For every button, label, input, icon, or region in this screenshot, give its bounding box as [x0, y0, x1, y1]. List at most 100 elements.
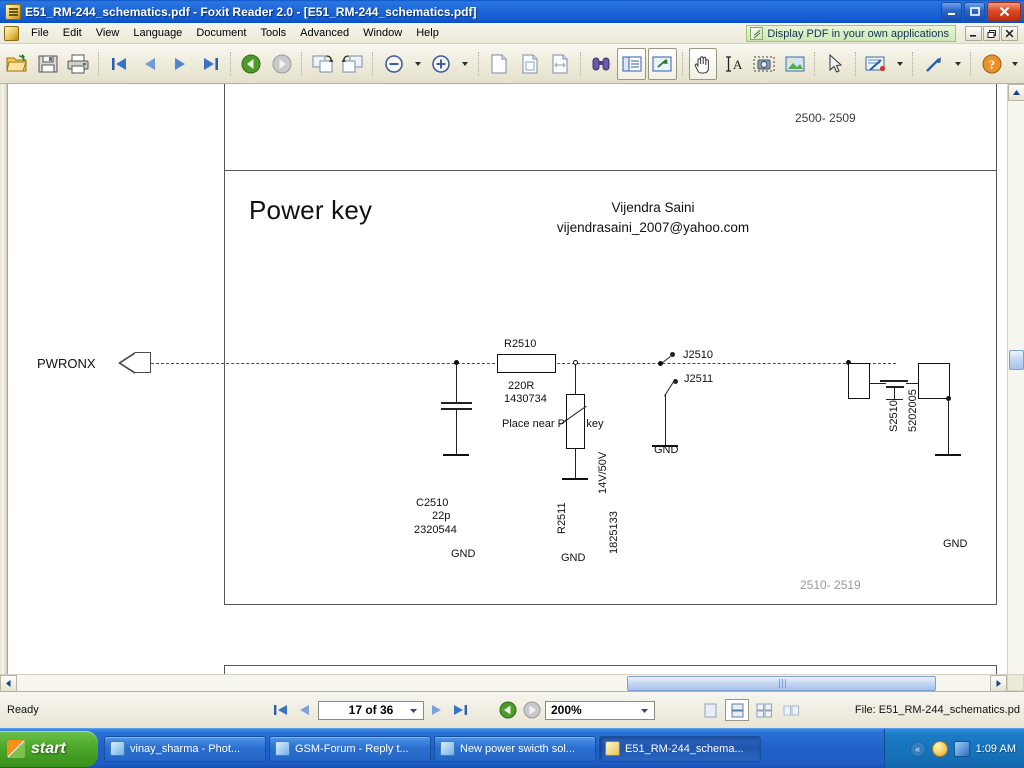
status-previous-page-button[interactable] [294, 699, 316, 721]
vertical-scroll-thumb[interactable] [1009, 350, 1024, 370]
menu-window[interactable]: Window [356, 25, 409, 41]
continuous-facing-icon[interactable] [779, 699, 803, 721]
mouse-pointer-icon[interactable] [821, 48, 850, 80]
chevron-down-icon[interactable] [458, 48, 473, 80]
capacitor-lead-bottom [456, 410, 457, 455]
open-folder-icon[interactable] [3, 48, 32, 80]
help-question-icon[interactable]: ? [977, 48, 1006, 80]
binoculars-icon[interactable] [587, 48, 616, 80]
chevron-down-icon[interactable] [637, 704, 652, 718]
chevron-down-icon[interactable] [1008, 48, 1023, 80]
toolbar-separator [681, 51, 684, 76]
zoom-in-icon[interactable] [427, 48, 456, 80]
status-first-page-button[interactable] [270, 699, 292, 721]
image-select-icon[interactable] [781, 48, 810, 80]
back-circle-icon[interactable] [237, 48, 266, 80]
capacitor-code: 2320544 [414, 524, 457, 536]
taskbar-item-new-power-switch[interactable]: New power swicth sol... [434, 735, 596, 762]
rotate-right-icon[interactable] [308, 48, 337, 80]
zoom-out-icon[interactable] [379, 48, 408, 80]
display-pdf-banner[interactable]: Display PDF in your own applications [746, 25, 956, 42]
printer-icon[interactable] [64, 48, 93, 80]
pdf-document-icon [5, 3, 21, 20]
document-minimize-button[interactable] [965, 26, 982, 41]
ground-label-varistor: GND [561, 552, 586, 564]
resistor-code: 1430734 [504, 393, 547, 405]
floppy-disk-icon[interactable] [34, 48, 63, 80]
maximize-button[interactable] [964, 2, 985, 21]
scroll-up-button[interactable] [1008, 84, 1024, 101]
page-number-input[interactable]: 17 of 36 [318, 700, 424, 720]
status-back-button[interactable] [497, 699, 519, 721]
chevron-down-icon[interactable] [410, 48, 425, 80]
note-pencil-icon[interactable] [862, 48, 891, 80]
ground-label-capacitor: GND [451, 548, 476, 560]
link-arrow-icon[interactable] [648, 47, 677, 80]
continuous-page-icon[interactable] [725, 699, 749, 721]
scroll-right-button[interactable] [990, 675, 1007, 692]
menu-language[interactable]: Language [126, 25, 189, 41]
status-forward-button[interactable] [521, 699, 543, 721]
document-restore-button[interactable] [983, 26, 1000, 41]
forward-circle-icon[interactable] [268, 48, 297, 80]
author-name: Vijendra Saini [611, 200, 695, 215]
camera-snapshot-icon[interactable] [750, 48, 779, 80]
toolbar-separator [372, 51, 374, 76]
fit-page-icon[interactable] [516, 48, 545, 80]
horizontal-scrollbar[interactable]: ||| [0, 674, 1007, 692]
minimize-button[interactable] [941, 2, 962, 21]
menu-tools[interactable]: Tools [253, 25, 293, 41]
taskbar-item-label: GSM-Forum - Reply t... [295, 742, 409, 755]
menu-document[interactable]: Document [189, 25, 253, 41]
document-close-button[interactable] [1001, 26, 1018, 41]
single-page-icon[interactable] [698, 699, 722, 721]
chevron-down-icon[interactable] [892, 48, 907, 80]
scroll-left-button[interactable] [0, 675, 17, 692]
bookmarks-panel-icon[interactable] [617, 47, 646, 80]
status-next-page-button[interactable] [426, 699, 448, 721]
text-select-icon[interactable]: A [719, 48, 748, 80]
vertical-scrollbar[interactable] [1007, 84, 1024, 691]
previous-page-icon[interactable] [135, 48, 164, 80]
status-last-page-button[interactable] [450, 699, 472, 721]
messenger-icon[interactable] [931, 740, 948, 757]
first-page-icon[interactable] [105, 48, 134, 80]
promo-arrow-icon [750, 27, 764, 40]
next-page-icon[interactable] [166, 48, 195, 80]
chevron-down-icon[interactable] [950, 48, 965, 80]
resistor-value: 220R [508, 380, 535, 392]
horizontal-scroll-thumb[interactable]: ||| [627, 676, 936, 691]
view-mode-group [698, 699, 803, 721]
network-icon[interactable] [953, 740, 970, 757]
title-bar: E51_RM-244_schematics.pdf - Foxit Reader… [0, 0, 1024, 23]
menu-edit[interactable]: Edit [56, 25, 89, 41]
start-button[interactable]: start [0, 730, 98, 767]
toolbar-separator [301, 51, 303, 76]
taskbar-item-photo[interactable]: vinay_sharma - Phot... [104, 735, 266, 762]
rotate-left-icon[interactable] [339, 48, 368, 80]
fit-width-icon[interactable] [546, 48, 575, 80]
menu-advanced[interactable]: Advanced [293, 25, 356, 41]
resistor-r2510-body [497, 354, 556, 373]
zoom-group: 200% [497, 699, 655, 721]
taskbar-item-gsm-forum[interactable]: GSM-Forum - Reply t... [269, 735, 431, 762]
facing-pages-icon[interactable] [752, 699, 776, 721]
chevron-down-icon[interactable] [406, 704, 421, 718]
document-menu-icon[interactable] [4, 25, 19, 41]
svg-text:?: ? [988, 57, 995, 72]
taskbar-item-foxit-reader[interactable]: E51_RM-244_schema... [599, 735, 761, 762]
last-page-icon[interactable] [197, 48, 226, 80]
author-email: vijendrasaini_2007@yahoo.com [556, 220, 750, 235]
arrow-draw-icon[interactable] [919, 48, 948, 80]
close-button[interactable] [987, 2, 1021, 21]
menu-view[interactable]: View [89, 25, 127, 41]
page-actual-size-icon[interactable] [485, 48, 514, 80]
zoom-level-input[interactable]: 200% [545, 700, 655, 720]
pdf-page-view[interactable]: 2500- 2509 Power key Vijendra Saini vije… [0, 84, 1024, 691]
hand-icon[interactable] [688, 47, 718, 80]
sheet-range-power-key: 2510- 2519 [800, 578, 861, 592]
menu-help[interactable]: Help [409, 25, 446, 41]
testpoint-j2511-lead [665, 394, 666, 446]
menu-file[interactable]: File [24, 25, 56, 41]
show-hidden-icons-button[interactable]: « [909, 740, 926, 757]
